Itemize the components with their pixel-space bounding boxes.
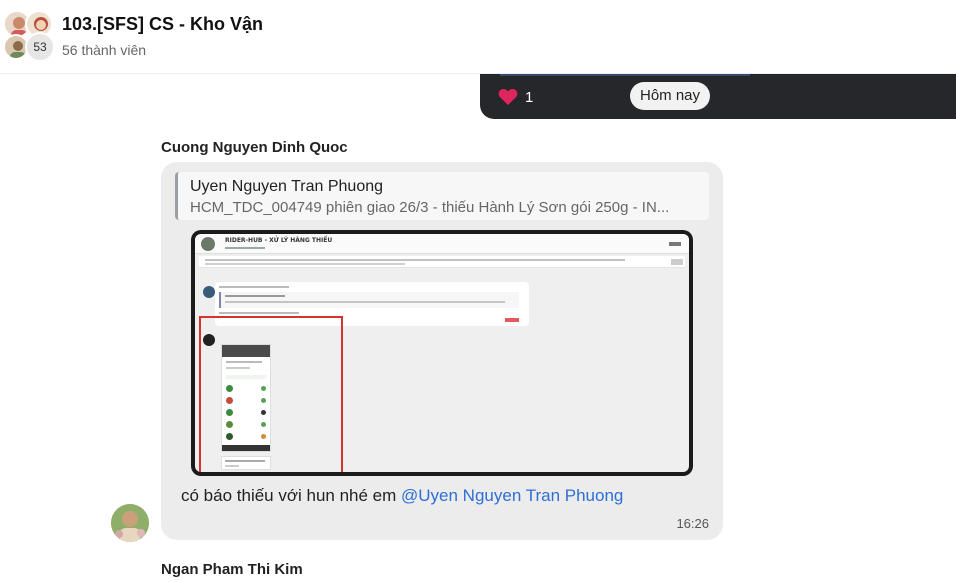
date-divider-pill: Hôm nay	[630, 82, 711, 110]
image-header: RIDER-HUB - XỬ LÝ HÀNG THIẾU	[195, 234, 689, 254]
group-title[interactable]: 103.[SFS] CS - Kho Vận	[62, 14, 263, 35]
highlight-box	[199, 316, 343, 472]
image-header-title: RIDER-HUB - XỬ LÝ HÀNG THIẾU	[225, 237, 333, 244]
sender-name[interactable]: Cuong Nguyen Dinh Quoc	[161, 139, 348, 156]
heart-icon	[498, 88, 518, 105]
group-avatar[interactable]: 53	[3, 10, 55, 62]
message-time: 16:26	[676, 516, 709, 531]
sender-avatar[interactable]	[111, 504, 149, 542]
image-content: RIDER-HUB - XỬ LÝ HÀNG THIẾU	[195, 234, 689, 472]
quoted-reply[interactable]: Uyen Nguyen Tran Phuong HCM_TDC_004749 p…	[175, 172, 709, 220]
message-body: có báo thiếu với hun nhé em	[181, 486, 402, 505]
quote-author: Uyen Nguyen Tran Phuong	[190, 178, 384, 195]
reaction-count: 1	[525, 88, 534, 106]
mention-link[interactable]: @Uyen Nguyen Tran Phuong	[401, 486, 623, 505]
quote-text: HCM_TDC_004749 phiên giao 26/3 - thiếu H…	[190, 199, 670, 216]
member-count-badge: 53	[25, 32, 55, 62]
image-pinned-bar	[199, 256, 685, 268]
next-sender-name[interactable]: Ngan Pham Thi Kim	[161, 561, 303, 578]
cut-off-text	[500, 74, 750, 76]
message-text: có báo thiếu với hun nhé em @Uyen Nguyen…	[181, 486, 623, 506]
message-bubble[interactable]: Uyen Nguyen Tran Phuong HCM_TDC_004749 p…	[161, 162, 723, 540]
member-count[interactable]: 56 thành viên	[62, 42, 146, 58]
attached-image[interactable]: RIDER-HUB - XỬ LÝ HÀNG THIẾU	[191, 230, 693, 476]
chat-header: 53 103.[SFS] CS - Kho Vận 56 thành viên	[0, 0, 956, 74]
reaction-summary[interactable]: 1	[498, 88, 533, 106]
